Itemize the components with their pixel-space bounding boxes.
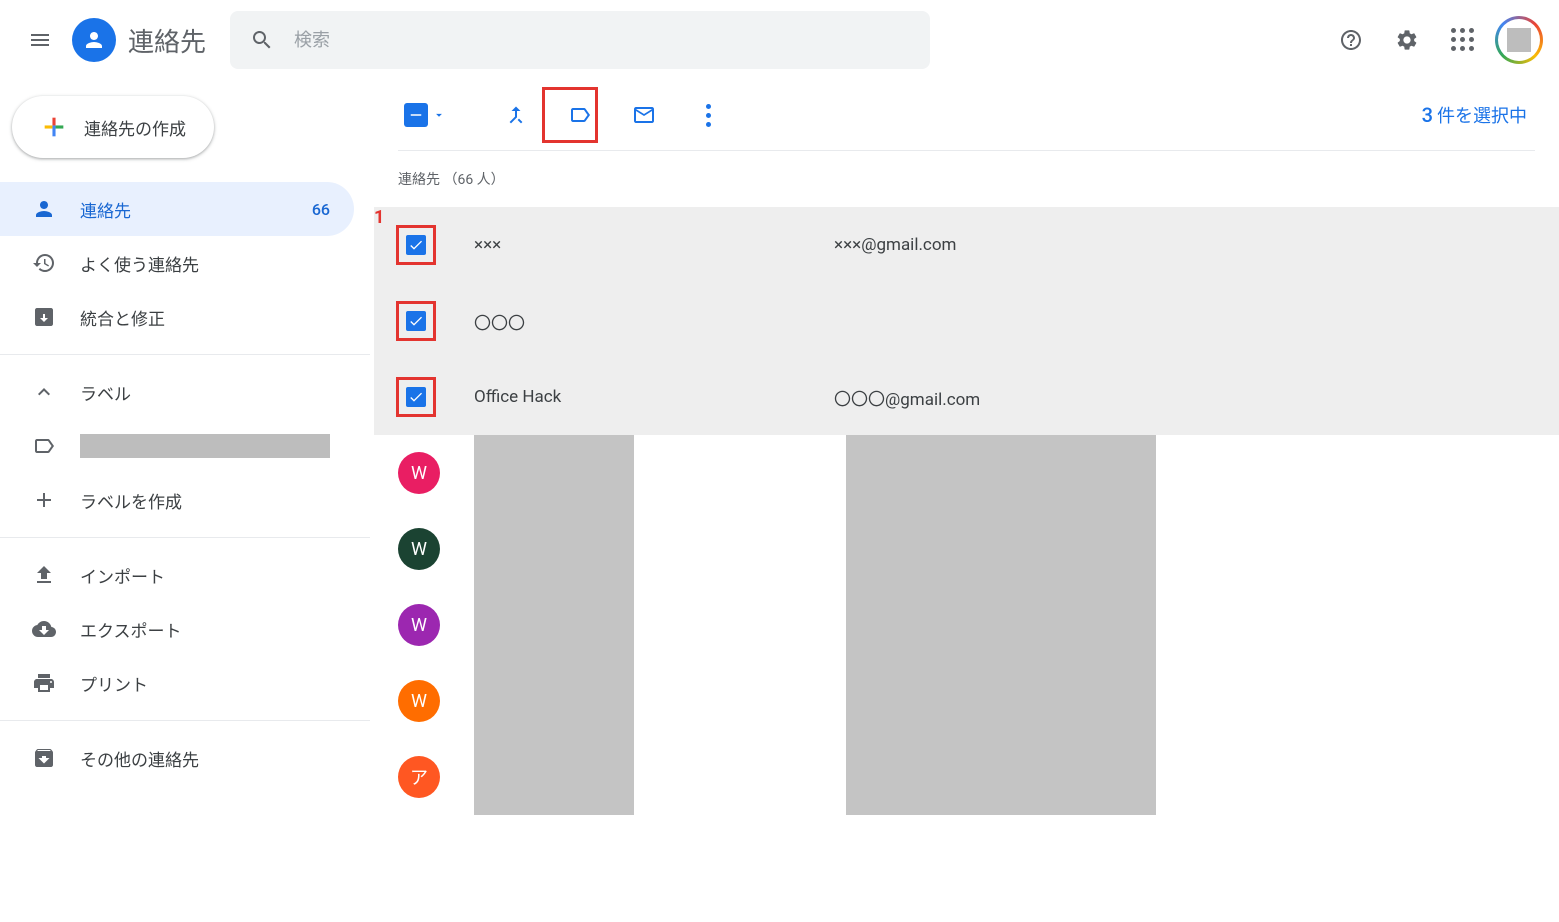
- nav-count: 66: [312, 200, 330, 219]
- person-icon: [32, 197, 56, 221]
- contact-row[interactable]: Office Hack 〇〇〇@gmail.com: [374, 359, 1559, 435]
- nav-label: エクスポート: [80, 617, 330, 642]
- plus-icon: [32, 488, 56, 512]
- gear-icon: [1395, 28, 1419, 52]
- apps-icon: [1451, 28, 1475, 52]
- toolbar: 3 件を選択中 2: [374, 80, 1559, 150]
- contact-checkbox[interactable]: [406, 387, 426, 407]
- app-title: 連絡先: [128, 22, 206, 59]
- search-box[interactable]: [230, 11, 930, 69]
- more-icon: [706, 104, 711, 127]
- label-icon: [568, 103, 592, 127]
- nav-labels-header[interactable]: ラベル: [0, 365, 354, 419]
- email-button[interactable]: [620, 91, 668, 139]
- nav-label: 統合と修正: [80, 305, 330, 330]
- apps-button[interactable]: [1439, 16, 1487, 64]
- merge-button[interactable]: [492, 91, 540, 139]
- contact-name: ×××: [474, 235, 834, 255]
- search-input[interactable]: [294, 30, 910, 51]
- redacted-emails: [846, 435, 1156, 815]
- contact-name: 〇〇〇: [474, 309, 834, 334]
- cloud-download-icon: [32, 617, 56, 641]
- person-icon: [82, 28, 106, 52]
- archive-icon: [32, 746, 56, 770]
- label-redacted: [80, 434, 330, 458]
- nav-label: ラベル: [80, 380, 330, 405]
- plus-icon: [40, 113, 68, 141]
- create-contact-label: 連絡先の作成: [84, 115, 186, 140]
- main-content: 3 件を選択中 2 連絡先 （66 人） ××× ×××@gmail.com 1: [370, 80, 1559, 922]
- logo-circle: [72, 18, 116, 62]
- selection-status: 3 件を選択中: [1422, 102, 1527, 128]
- divider: [0, 354, 370, 355]
- indeterminate-checkbox: [404, 103, 428, 127]
- history-icon: [32, 251, 56, 275]
- email-icon: [632, 103, 656, 127]
- annotation-2: 2: [526, 80, 536, 85]
- contact-avatar: ア: [398, 756, 440, 798]
- redacted-names: [474, 435, 634, 815]
- nav-label: その他の連絡先: [80, 746, 330, 771]
- select-all-toggle[interactable]: [398, 103, 452, 127]
- contact-checkbox[interactable]: [406, 235, 426, 255]
- nav-print[interactable]: プリント: [0, 656, 354, 710]
- menu-icon: [28, 28, 52, 52]
- contact-row[interactable]: ××× ×××@gmail.com 1: [374, 207, 1559, 283]
- contact-avatar: W: [398, 528, 440, 570]
- chevron-up-icon: [32, 380, 56, 404]
- nav-contacts[interactable]: 連絡先 66: [0, 182, 354, 236]
- contact-avatar: W: [398, 452, 440, 494]
- contact-email: 〇〇〇@gmail.com: [834, 385, 980, 410]
- help-icon: [1339, 28, 1363, 52]
- nav-merge-fix[interactable]: 統合と修正: [0, 290, 354, 344]
- more-button[interactable]: [684, 91, 732, 139]
- account-avatar[interactable]: [1495, 16, 1543, 64]
- contact-name: Office Hack: [474, 387, 834, 407]
- dropdown-arrow-icon: [432, 108, 446, 122]
- contact-avatar: W: [398, 680, 440, 722]
- create-contact-button[interactable]: 連絡先の作成: [12, 96, 214, 158]
- menu-button[interactable]: [16, 16, 64, 64]
- nav-label: インポート: [80, 563, 330, 588]
- settings-button[interactable]: [1383, 16, 1431, 64]
- nav-label: ラベルを作成: [80, 488, 330, 513]
- label-icon: [32, 434, 56, 458]
- contact-avatar: W: [398, 604, 440, 646]
- avatar-image: [1507, 28, 1531, 52]
- nav-create-label[interactable]: ラベルを作成: [0, 473, 354, 527]
- merge-icon: [504, 103, 528, 127]
- app-logo[interactable]: 連絡先: [72, 18, 206, 62]
- nav-label-item[interactable]: [0, 419, 354, 473]
- nav-label: よく使う連絡先: [80, 251, 330, 276]
- merge-icon: [32, 305, 56, 329]
- upload-icon: [32, 563, 56, 587]
- nav-label: 連絡先: [80, 197, 312, 222]
- search-icon: [250, 28, 274, 52]
- nav-import[interactable]: インポート: [0, 548, 354, 602]
- contacts-list: ××× ×××@gmail.com 1 〇〇〇 Office Hack 〇〇〇@…: [374, 207, 1559, 815]
- label-button[interactable]: [556, 91, 604, 139]
- contact-checkbox[interactable]: [406, 311, 426, 331]
- help-button[interactable]: [1327, 16, 1375, 64]
- contact-row[interactable]: 〇〇〇: [374, 283, 1559, 359]
- divider: [0, 537, 370, 538]
- nav-label: プリント: [80, 671, 330, 696]
- print-icon: [32, 671, 56, 695]
- nav-export[interactable]: エクスポート: [0, 602, 354, 656]
- list-header: 連絡先 （66 人）: [374, 151, 1559, 207]
- nav-other-contacts[interactable]: その他の連絡先: [0, 731, 354, 785]
- divider: [0, 720, 370, 721]
- annotation-1: 1: [374, 207, 384, 228]
- nav-frequent[interactable]: よく使う連絡先: [0, 236, 354, 290]
- contact-email: ×××@gmail.com: [834, 235, 956, 255]
- sidebar: 連絡先の作成 連絡先 66 よく使う連絡先 統合と修正 ラベル ラベル: [0, 80, 370, 922]
